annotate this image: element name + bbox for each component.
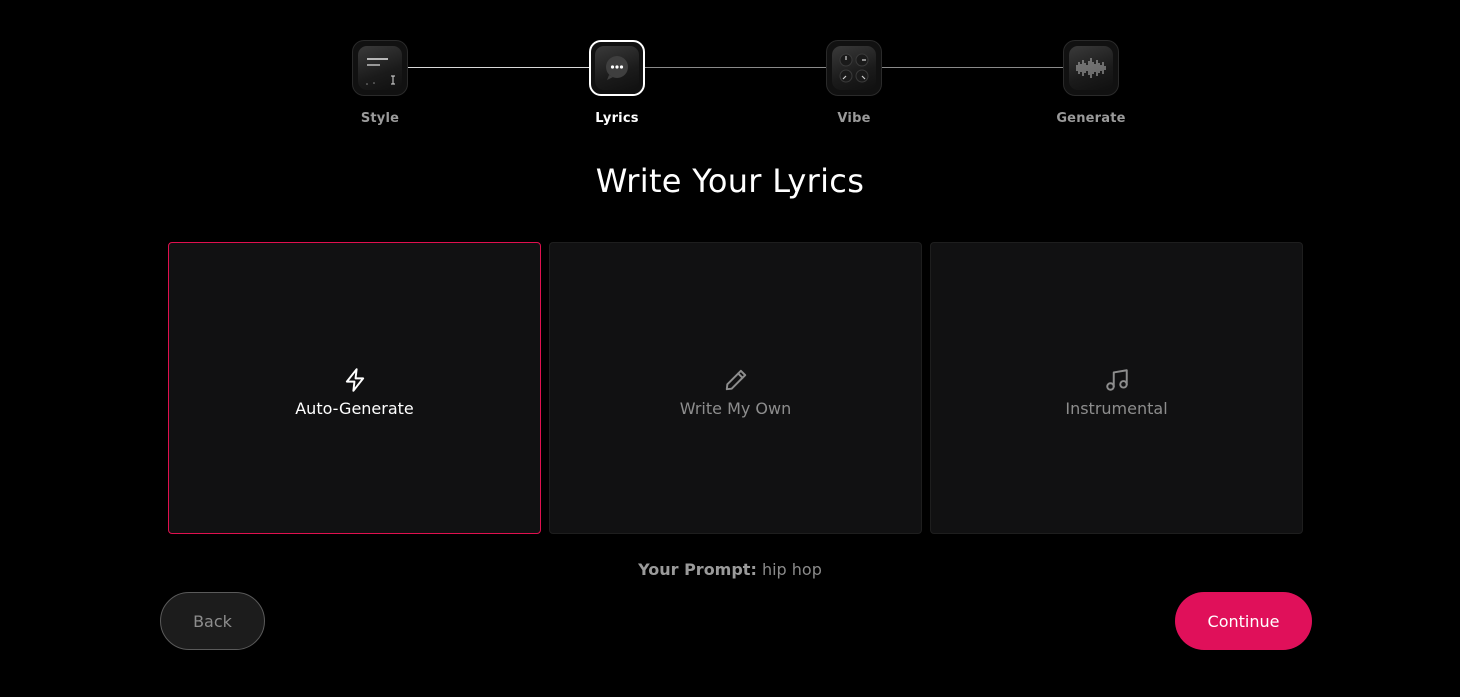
option-instrumental[interactable]: Instrumental [930,242,1303,534]
option-write-my-own[interactable]: Write My Own [549,242,922,534]
text-lines-icon [366,58,395,85]
step-lyrics[interactable]: Lyrics [557,40,677,126]
prompt-summary: Your Prompt: hip hop [0,560,1460,579]
step-style-thumbnail[interactable] [352,40,408,96]
prompt-value: hip hop [761,560,822,579]
option-label: Auto-Generate [295,398,414,418]
music-note-icon [1105,368,1128,391]
stepper: Style Lyrics Vibe Generate [0,40,1460,130]
back-button[interactable]: Back [160,592,265,650]
pencil-icon [725,369,746,390]
chat-bubble-icon [606,56,628,80]
step-label: Style [360,111,400,126]
step-lyrics-thumbnail[interactable] [589,40,645,96]
lightning-icon [345,367,364,392]
prompt-label: Your Prompt: [638,560,757,579]
page-title: Write Your Lyrics [595,162,865,200]
step-label: Lyrics [595,111,639,126]
step-generate-thumbnail[interactable] [1063,40,1119,96]
step-vibe[interactable]: Vibe [794,40,914,126]
option-label: Instrumental [1065,398,1168,418]
option-label: Write My Own [679,398,792,418]
step-vibe-thumbnail[interactable] [826,40,882,96]
step-label: Generate [1056,111,1126,126]
step-label: Vibe [837,111,871,126]
knobs-icon [839,53,869,83]
step-style[interactable]: Style [320,40,440,126]
step-generate[interactable]: Generate [1031,40,1151,126]
page: Style Lyrics Vibe Generate Write Your Ly… [0,0,1460,697]
continue-button[interactable]: Continue [1175,592,1312,650]
waveform-icon [1076,58,1106,78]
option-auto-generate[interactable]: Auto-Generate [168,242,541,534]
